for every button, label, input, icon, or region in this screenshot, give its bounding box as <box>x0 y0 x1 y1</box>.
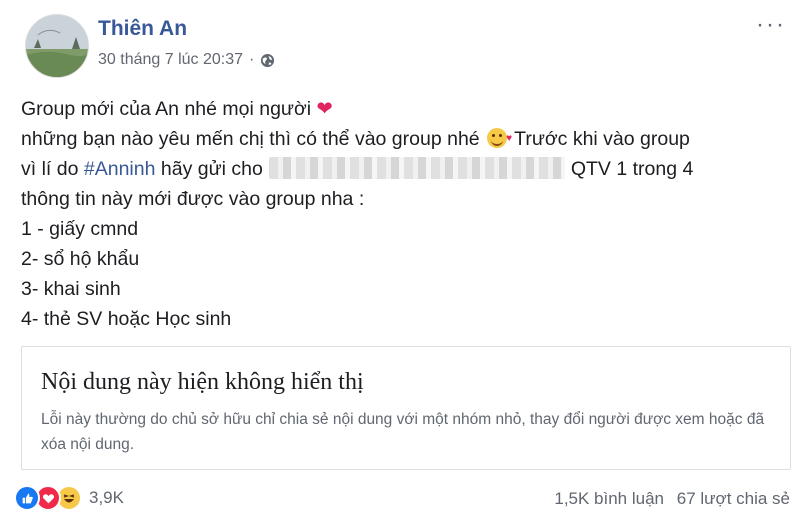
globe-icon[interactable] <box>260 53 275 68</box>
notice-title: Nội dung này hiện không hiển thị <box>41 369 364 395</box>
post-meta: 30 tháng 7 lúc 20:37 · <box>98 51 275 69</box>
profile-avatar[interactable] <box>25 14 89 78</box>
post-line: 2- sổ hộ khẩu <box>21 248 140 270</box>
hashtag-link[interactable]: #Anninh <box>84 158 156 180</box>
post-line: Group mới của An nhé mọi người ❤ <box>21 94 800 124</box>
post-body: Group mới của An nhé mọi người ❤ những b… <box>21 94 800 334</box>
meta-separator: · <box>249 51 255 68</box>
shares-count-link[interactable]: 67 lượt chia sẻ <box>677 489 790 508</box>
post-line-text: hãy gửi cho <box>160 158 263 180</box>
post-line: 4- thẻ SV hoặc Học sinh <box>21 308 232 330</box>
reactions-summary[interactable]: 3,9K <box>14 485 124 511</box>
post-stats: 1,5K bình luận 67 lượt chia sẻ <box>554 489 790 509</box>
post-line: 3- khai sinh <box>21 278 121 300</box>
post-line: 1 - giấy cmnd <box>21 218 139 240</box>
post-line-text: Group mới của An nhé mọi người <box>21 98 312 120</box>
post-timestamp[interactable]: 30 tháng 7 lúc 20:37 <box>98 51 243 69</box>
post-line-text: vì lí do <box>21 158 79 180</box>
reaction-count[interactable]: 3,9K <box>89 488 124 508</box>
post-line: vì lí do #Anninh hãy gửi cho QTV 1 trong … <box>21 154 800 184</box>
redacted-text <box>268 157 565 179</box>
comments-count-link[interactable]: 1,5K bình luận <box>554 489 664 508</box>
post-line-text: Trước khi vào group <box>514 128 690 150</box>
post-line-text: những bạn nào yêu mến chị thì có thể vào… <box>21 128 480 150</box>
post-author-name[interactable]: Thiên An <box>98 17 187 41</box>
red-heart-icon: ❤ <box>316 98 333 120</box>
post-line: thông tin này mới được vào group nha : <box>21 188 365 210</box>
more-options-icon[interactable]: ··· <box>756 13 786 37</box>
post-line-text: QTV 1 trong 4 <box>570 158 694 180</box>
smiling-face-with-hearts-icon: ♥ <box>487 128 512 148</box>
post-line: những bạn nào yêu mến chị thì có thể vào… <box>21 124 800 154</box>
content-unavailable-card: Nội dung này hiện không hiển thị Lỗi này… <box>21 346 791 470</box>
notice-body: Lỗi này thường do chủ sở hữu chỉ chia sẻ… <box>41 411 765 453</box>
like-icon <box>14 485 40 511</box>
